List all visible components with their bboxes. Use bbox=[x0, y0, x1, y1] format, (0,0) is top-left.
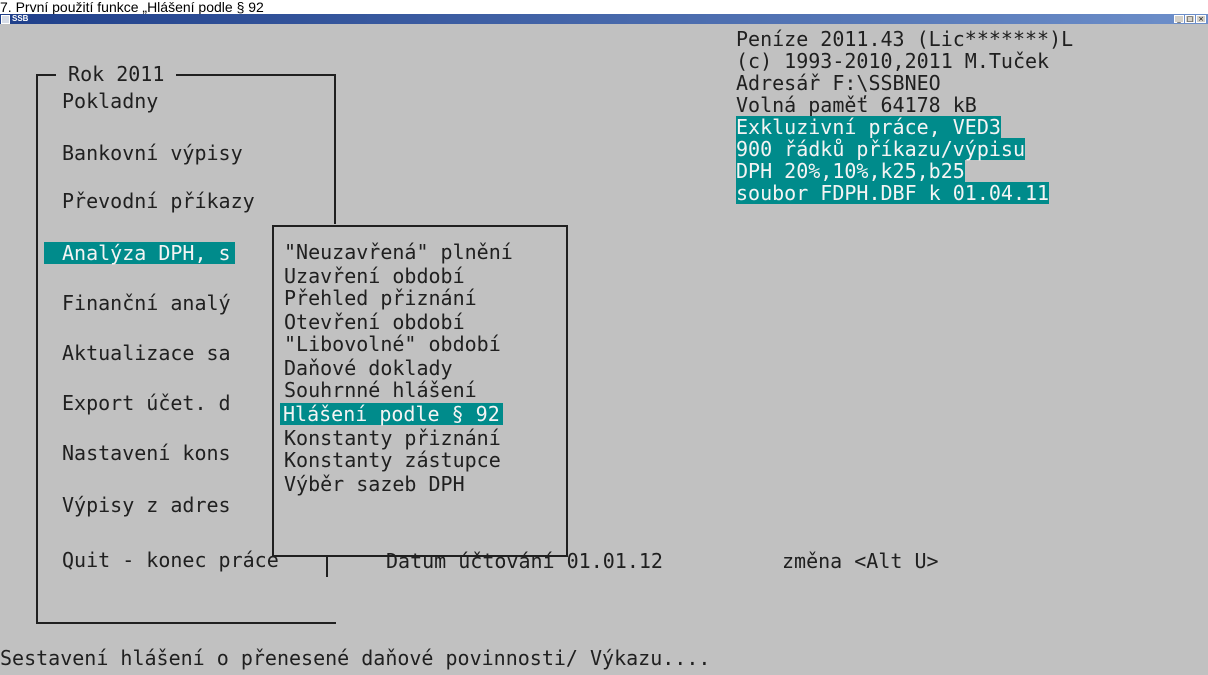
menu-item-aktualizace[interactable]: Aktualizace sa bbox=[62, 342, 231, 364]
menu-item-analyza-dph[interactable]: Analýza DPH, s bbox=[44, 242, 235, 264]
console-screen: Peníze 2011.43 (Lic*******)L (c) 1993-20… bbox=[0, 24, 1208, 675]
copyright-line: (c) 1993-2010,2011 M.Tuček bbox=[736, 49, 1050, 73]
menu-item-export[interactable]: Export účet. d bbox=[62, 392, 231, 414]
submenu-item-vyber-sazeb-dph[interactable]: Výběr sazeb DPH bbox=[284, 473, 465, 495]
submenu-item-neuzavrena-plneni[interactable]: "Neuzavřená" plnění bbox=[284, 241, 513, 263]
menu-item-quit[interactable]: Quit - konec práce bbox=[62, 549, 279, 571]
window-titlebar[interactable]: SSB _ □ × bbox=[0, 14, 1208, 24]
change-date-hint: změna <Alt U> bbox=[782, 549, 939, 573]
submenu-item-hlaseni-podle-92[interactable]: Hlášení podle § 92 bbox=[280, 403, 503, 425]
minimize-button[interactable]: _ bbox=[1174, 15, 1184, 23]
menu-item-vypisy-z-adres[interactable]: Výpisy z adres bbox=[62, 494, 231, 516]
status-message: Sestavení hlášení o přenesené daňové pov… bbox=[0, 646, 711, 670]
menu-item-pokladny[interactable]: Pokladny bbox=[62, 90, 158, 112]
directory-line: Adresář F:\SSBNEO bbox=[736, 71, 941, 95]
main-menu-frame-right-top bbox=[334, 74, 336, 224]
posting-date-label: Datum účtování 01.01.12 bbox=[386, 549, 663, 573]
close-button[interactable]: × bbox=[1196, 15, 1206, 23]
license-line-1: Exkluzivní práce, VED3 bbox=[736, 115, 1001, 139]
version-line: Peníze 2011.43 (Lic*******)L bbox=[736, 27, 1074, 51]
menu-item-nastaveni[interactable]: Nastavení kons bbox=[62, 442, 231, 464]
submenu-item-konstanty-priznani[interactable]: Konstanty přiznání bbox=[284, 427, 501, 449]
dph-submenu: "Neuzavřená" plnění Uzavření období Přeh… bbox=[272, 225, 568, 557]
main-menu-frame-right-bottom bbox=[326, 557, 328, 577]
maximize-button[interactable]: □ bbox=[1185, 15, 1195, 23]
free-memory-line: Volná paměť 64178 kB bbox=[736, 93, 977, 117]
menu-item-prevodni-prikazy[interactable]: Převodní příkazy bbox=[62, 190, 255, 212]
license-line-4: soubor FDPH.DBF k 01.04.11 bbox=[736, 181, 1050, 205]
submenu-item-libovolne-obdobi[interactable]: "Libovolné" období bbox=[284, 333, 501, 355]
submenu-item-danove-doklady[interactable]: Daňové doklady bbox=[284, 357, 453, 379]
submenu-item-souhrnne-hlaseni[interactable]: Souhrnné hlášení bbox=[284, 379, 477, 401]
menu-item-financni-analyza[interactable]: Finanční analý bbox=[62, 292, 231, 314]
app-icon bbox=[1, 15, 10, 24]
submenu-item-konstanty-zastupce[interactable]: Konstanty zástupce bbox=[284, 449, 501, 471]
submenu-item-otevreni-obdobi[interactable]: Otevření období bbox=[284, 311, 465, 333]
main-menu-title: Rok 2011 bbox=[56, 62, 177, 86]
license-line-3: DPH 20%,10%,k25,b25 bbox=[736, 159, 965, 183]
window-title: SSB bbox=[12, 14, 29, 23]
document-caption: 7. První použití funkce „Hlášení podle §… bbox=[0, 0, 264, 14]
menu-item-bankovni-vypisy[interactable]: Bankovní výpisy bbox=[62, 142, 243, 164]
license-line-2: 900 řádků příkazu/výpisu bbox=[736, 137, 1025, 161]
submenu-item-uzavreni-obdobi[interactable]: Uzavření období bbox=[284, 265, 465, 287]
submenu-item-prehled-priznani[interactable]: Přehled přiznání bbox=[284, 287, 477, 309]
